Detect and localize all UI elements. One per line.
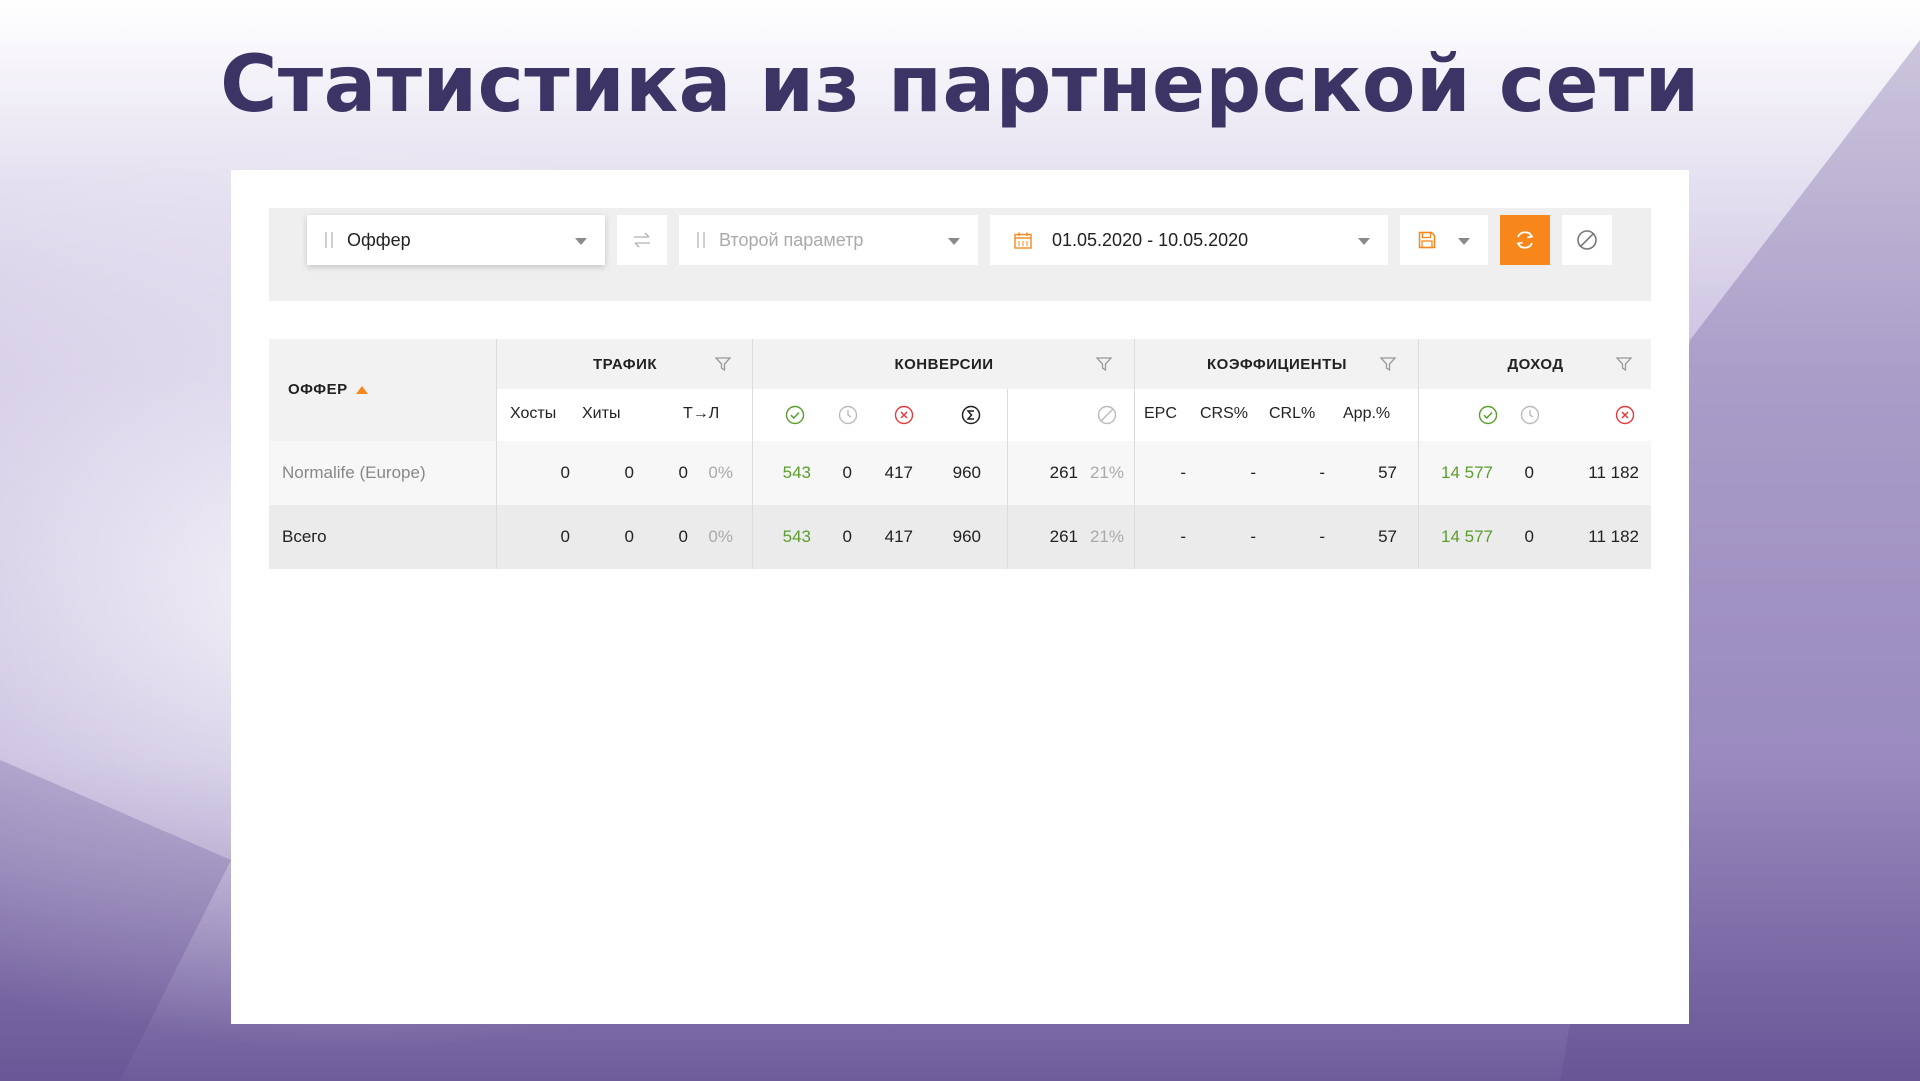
total-sigma-icon[interactable] bbox=[961, 405, 981, 425]
drag-handle-icon[interactable] bbox=[325, 232, 333, 248]
pending-value: 0 bbox=[842, 463, 852, 482]
approved-value: 543 bbox=[782, 463, 811, 482]
trash-percent: 21% bbox=[1089, 463, 1124, 482]
approved-value: 543 bbox=[782, 527, 811, 546]
chevron-down-icon bbox=[1458, 238, 1470, 245]
t-to-l-value: 0 bbox=[678, 463, 688, 482]
first-parameter-select[interactable]: Оффер bbox=[307, 215, 605, 265]
swap-icon bbox=[634, 232, 650, 248]
hosts-value: 0 bbox=[560, 527, 570, 546]
t-to-l-value: 0 bbox=[678, 527, 688, 546]
swap-parameters-button[interactable] bbox=[617, 215, 667, 265]
refresh-icon bbox=[1516, 231, 1534, 249]
total-value: 960 bbox=[952, 463, 981, 482]
epc-column-header[interactable]: EPC bbox=[1144, 405, 1177, 423]
total-row-label: Всего bbox=[282, 527, 327, 546]
app-value: 57 bbox=[1378, 527, 1397, 546]
hits-value: 0 bbox=[624, 527, 634, 546]
filter-icon[interactable] bbox=[1380, 357, 1396, 371]
trash-percent: 21% bbox=[1089, 527, 1124, 546]
block-icon bbox=[1577, 230, 1597, 250]
pending-value: 0 bbox=[842, 527, 852, 546]
first-parameter-value: Оффер bbox=[347, 229, 411, 250]
income-approved-value: 14 577 bbox=[1441, 463, 1493, 482]
second-parameter-select[interactable]: Второй параметр bbox=[679, 215, 978, 265]
column-divider bbox=[1418, 339, 1419, 569]
rejected-value: 417 bbox=[884, 463, 913, 482]
chevron-down-icon bbox=[948, 238, 960, 245]
income-pending-clock-icon[interactable] bbox=[1520, 405, 1540, 425]
crl-value: - bbox=[1319, 463, 1325, 482]
income-approved-check-icon[interactable] bbox=[1478, 405, 1498, 425]
table-row[interactable]: Normalife (Europe) 0 0 0 0% 543 0 417 96… bbox=[269, 441, 1651, 505]
refresh-button[interactable] bbox=[1500, 215, 1550, 265]
income-rejected-value: 11 182 bbox=[1588, 463, 1639, 482]
save-icon bbox=[1418, 231, 1436, 249]
column-divider bbox=[752, 339, 753, 569]
column-divider bbox=[496, 339, 497, 569]
save-preset-button[interactable] bbox=[1400, 215, 1488, 265]
app-column-header[interactable]: App.% bbox=[1343, 405, 1390, 423]
t-to-l-percent: 0% bbox=[708, 463, 733, 482]
chevron-down-icon bbox=[1358, 238, 1370, 245]
column-divider bbox=[1134, 339, 1135, 569]
offer-header-label: ОФФЕР bbox=[288, 381, 348, 398]
crl-column-header[interactable]: CRL% bbox=[1269, 405, 1315, 423]
income-rejected-x-icon[interactable] bbox=[1615, 405, 1635, 425]
reset-button[interactable] bbox=[1562, 215, 1612, 265]
filter-icon[interactable] bbox=[1096, 357, 1112, 371]
offer-column-header[interactable]: ОФФЕР bbox=[288, 381, 368, 398]
trash-block-icon[interactable] bbox=[1097, 405, 1117, 425]
second-parameter-placeholder: Второй параметр bbox=[719, 229, 864, 250]
hits-value: 0 bbox=[624, 463, 634, 482]
filter-toolbar: Оффер Второй параметр 01.05.2020 - 10.05… bbox=[269, 208, 1651, 301]
traffic-group-header: ТРАФИК bbox=[592, 355, 658, 373]
crs-value: - bbox=[1250, 527, 1256, 546]
rejected-x-icon[interactable] bbox=[894, 405, 914, 425]
epc-value: - bbox=[1180, 527, 1186, 546]
filter-icon[interactable] bbox=[715, 357, 731, 371]
filter-icon[interactable] bbox=[1616, 357, 1632, 371]
chevron-down-icon bbox=[575, 238, 587, 245]
trash-value: 261 bbox=[1049, 463, 1078, 482]
crs-column-header[interactable]: CRS% bbox=[1200, 405, 1248, 423]
approved-check-icon[interactable] bbox=[785, 405, 805, 425]
offer-name[interactable]: Normalife (Europe) bbox=[282, 463, 426, 483]
sort-asc-icon bbox=[355, 385, 368, 394]
calendar-icon bbox=[1014, 232, 1032, 249]
hosts-value: 0 bbox=[560, 463, 570, 482]
statistics-panel: Оффер Второй параметр 01.05.2020 - 10.05… bbox=[231, 170, 1689, 1024]
t-to-l-percent: 0% bbox=[708, 527, 733, 546]
slide-title: Статистика из партнерской сети bbox=[220, 40, 1700, 130]
income-pending-value: 0 bbox=[1524, 463, 1534, 482]
date-range-picker[interactable]: 01.05.2020 - 10.05.2020 bbox=[990, 215, 1388, 265]
income-rejected-value: 11 182 bbox=[1588, 527, 1639, 546]
trash-value: 261 bbox=[1049, 527, 1078, 546]
conversions-group-header: КОНВЕРСИИ bbox=[894, 355, 994, 373]
income-approved-value: 14 577 bbox=[1441, 527, 1493, 546]
hits-column-header[interactable]: Хиты bbox=[582, 405, 620, 423]
date-range-value: 01.05.2020 - 10.05.2020 bbox=[1052, 229, 1249, 250]
coefficients-group-header: КОЭФФИЦИЕНТЫ bbox=[1207, 355, 1347, 373]
hosts-column-header[interactable]: Хосты bbox=[510, 405, 556, 423]
total-value: 960 bbox=[952, 527, 981, 546]
crl-value: - bbox=[1319, 527, 1325, 546]
pending-clock-icon[interactable] bbox=[838, 405, 858, 425]
income-pending-value: 0 bbox=[1524, 527, 1534, 546]
table-row-total: Всего 0 0 0 0% 543 0 417 960 261 21% - -… bbox=[269, 505, 1651, 569]
rejected-value: 417 bbox=[884, 527, 913, 546]
drag-handle-icon[interactable] bbox=[697, 232, 705, 248]
t-to-l-column-header[interactable]: Т→Л bbox=[683, 405, 719, 423]
crs-value: - bbox=[1250, 463, 1256, 482]
column-divider bbox=[1007, 389, 1008, 569]
app-value: 57 bbox=[1378, 463, 1397, 482]
epc-value: - bbox=[1180, 463, 1186, 482]
